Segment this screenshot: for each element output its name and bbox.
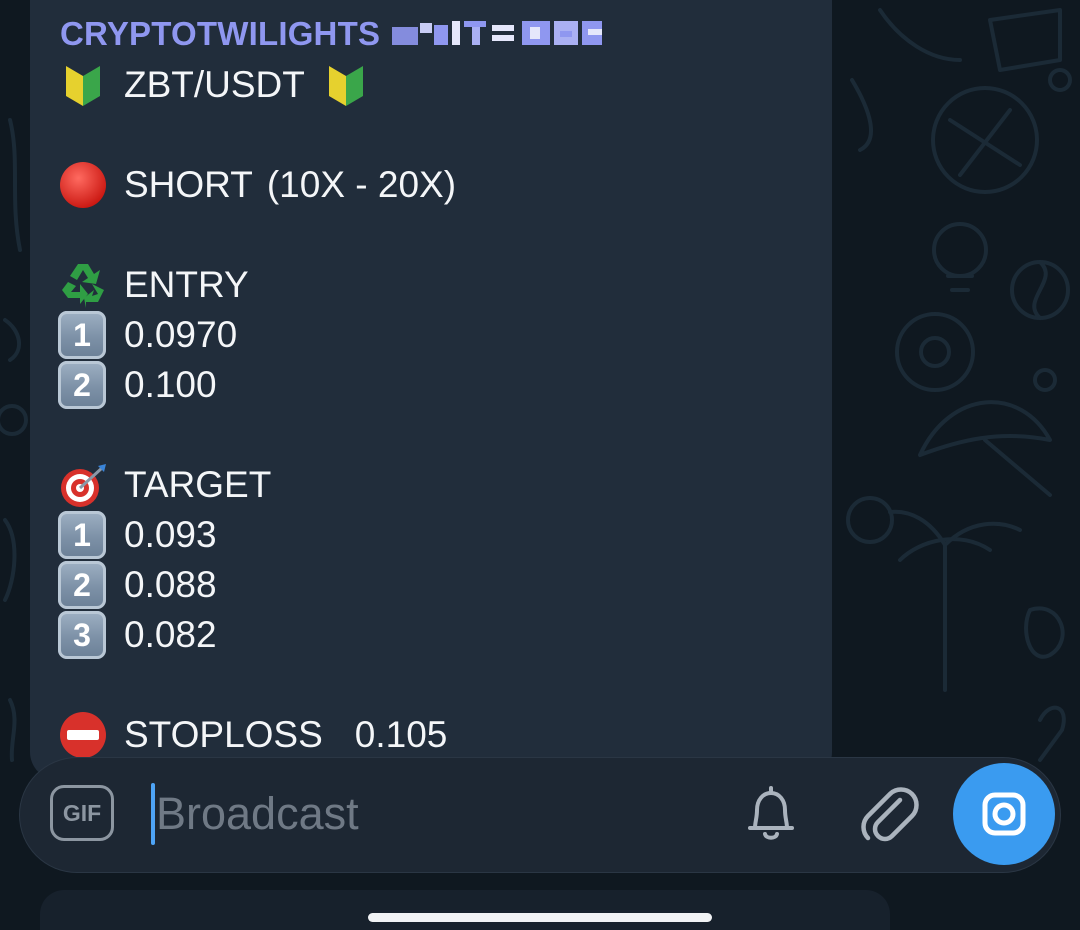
trading-pair: ZBT/USDT (124, 64, 305, 105)
no-entry-icon (60, 712, 106, 758)
home-indicator (368, 913, 712, 922)
text-caret (151, 783, 155, 845)
leverage-range: (10X - 20X) (266, 164, 457, 205)
entry-item: 2 0.100 (58, 361, 217, 409)
target-value: 0.082 (124, 614, 217, 655)
target-item: 3 0.082 (58, 611, 217, 659)
message-input[interactable]: Broadcast (156, 786, 359, 842)
trade-direction: SHORT (124, 164, 253, 205)
entry-item: 1 0.0970 (58, 311, 237, 359)
next-message-bubble (40, 890, 890, 930)
message-sender: CRYPTOTWILIGHTS (60, 14, 622, 54)
bell-icon[interactable] (742, 782, 800, 846)
entry-heading: ENTRY (124, 264, 249, 305)
direction-line: SHORT (10X - 20X) (58, 161, 456, 209)
keycap-3-icon: 3 (58, 611, 106, 659)
entry-value: 0.0970 (124, 314, 238, 355)
target-value: 0.088 (124, 564, 217, 605)
entry-heading-line: ENTRY (58, 261, 249, 309)
target-item: 1 0.093 (58, 511, 217, 559)
keycap-1-icon: 1 (58, 311, 106, 359)
red-circle-icon (60, 162, 106, 208)
message-input-placeholder: Broadcast (156, 788, 359, 839)
beginner-leaf-icon (328, 66, 363, 106)
gif-button[interactable]: GIF (50, 785, 114, 841)
camera-button[interactable] (953, 763, 1055, 865)
stoploss-value: 0.105 (354, 714, 448, 755)
sender-name[interactable]: CRYPTOTWILIGHTS (60, 15, 380, 53)
stoploss-line: STOPLOSS 0.105 (58, 711, 447, 759)
beginner-leaf-icon (66, 66, 100, 106)
recycle-icon (62, 264, 104, 308)
target-item: 2 0.088 (58, 561, 217, 609)
entry-value: 0.100 (124, 364, 217, 405)
stoploss-label: STOPLOSS (124, 714, 323, 755)
paperclip-icon[interactable] (856, 782, 920, 846)
sender-rank-obscured (392, 21, 603, 45)
target-value: 0.093 (124, 514, 217, 555)
target-heading-line: TARGET (58, 461, 271, 509)
bullseye-dart-icon (61, 464, 106, 507)
camera-icon (982, 792, 1026, 836)
pair-line: ZBT/USDT (58, 61, 371, 109)
target-heading: TARGET (124, 464, 272, 505)
keycap-2-icon: 2 (58, 561, 106, 609)
keycap-1-icon: 1 (58, 511, 106, 559)
keycap-2-icon: 2 (58, 361, 106, 409)
